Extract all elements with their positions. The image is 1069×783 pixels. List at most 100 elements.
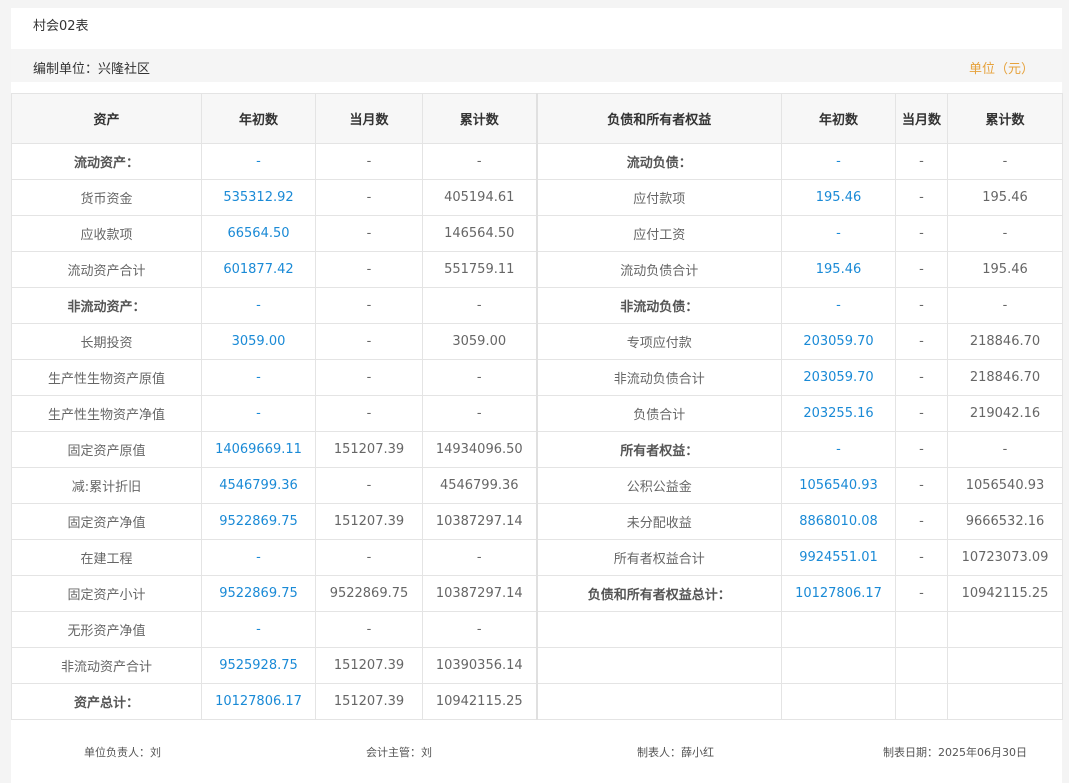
table-row: 长期投资 3059.00-3059.00 专项应付款 203059.70-218846…: [11, 323, 1063, 360]
liability-label: 非流动负债：: [536, 287, 782, 324]
asset-month-value: -: [315, 395, 423, 432]
liability-begin-value[interactable]: 203255.16: [781, 395, 896, 432]
header-assets: 资产: [11, 93, 202, 144]
asset-total-value: 3059.00: [422, 323, 538, 360]
header-assets-total: 累计数: [422, 93, 538, 144]
form-title: 村会02表: [33, 19, 89, 34]
liability-label: 专项应付款: [536, 323, 782, 360]
liability-month-value: -: [895, 143, 948, 180]
asset-label: 生产性生物资产净值: [11, 395, 202, 432]
liability-label: 应付工资: [536, 215, 782, 252]
liability-begin-value[interactable]: 10127806.17: [781, 575, 896, 612]
asset-total-value: 405194.61: [422, 179, 538, 216]
liability-total-value: 10723073.09: [947, 539, 1063, 576]
liability-total-value: [947, 647, 1063, 684]
liability-begin-value: -: [781, 287, 896, 324]
liability-label: 负债合计: [536, 395, 782, 432]
asset-total-value: -: [422, 287, 538, 324]
liability-total-value: -: [947, 143, 1063, 180]
asset-begin-value[interactable]: 14069669.11: [201, 431, 316, 468]
asset-month-value: -: [315, 611, 423, 648]
asset-total-value: 146564.50: [422, 215, 538, 252]
asset-begin-value: -: [201, 287, 316, 324]
asset-begin-value[interactable]: 3059.00: [201, 323, 316, 360]
liability-total-value: 218846.70: [947, 359, 1063, 396]
liability-total-value: 10942115.25: [947, 575, 1063, 612]
table-header-row: 资产 年初数 当月数 累计数 负债和所有者权益 年初数 当月数 累计数: [11, 93, 1063, 144]
table-row: 流动资产合计 601877.42-551759.11 流动负债合计 195.46-19…: [11, 251, 1063, 288]
table-row: 非流动资产合计 9525928.75 151207.39 10390356.14: [11, 647, 1063, 684]
liability-label: 流动负债合计: [536, 251, 782, 288]
asset-total-value: 10387297.14: [422, 503, 538, 540]
unit-head: 单位负责人：刘: [84, 746, 161, 759]
asset-label: 减:累计折旧: [11, 467, 202, 504]
liability-label: [536, 683, 782, 720]
table-row: 货币资金 535312.92-405194.61 应付款项 195.46-195.46: [11, 179, 1063, 216]
asset-begin-value[interactable]: 601877.42: [201, 251, 316, 288]
liability-total-value: -: [947, 287, 1063, 324]
liability-month-value: -: [895, 503, 948, 540]
liability-total-value: 195.46: [947, 251, 1063, 288]
asset-month-value: -: [315, 467, 423, 504]
asset-begin-value: -: [201, 539, 316, 576]
liability-label: 负债和所有者权益总计：: [536, 575, 782, 612]
liability-month-value: -: [895, 395, 948, 432]
liability-label: 应付款项: [536, 179, 782, 216]
asset-month-value: 151207.39: [315, 683, 423, 720]
asset-begin-value: -: [201, 359, 316, 396]
asset-total-value: -: [422, 539, 538, 576]
header-liabilities-month: 当月数: [895, 93, 948, 144]
asset-begin-value[interactable]: 9522869.75: [201, 503, 316, 540]
liability-month-value: -: [895, 215, 948, 252]
liability-begin-value: [781, 683, 896, 720]
table-row: 减:累计折旧 4546799.36-4546799.36 公积公益金 1056540.…: [11, 467, 1063, 504]
liability-begin-value: [781, 611, 896, 648]
asset-begin-value[interactable]: 10127806.17: [201, 683, 316, 720]
liability-month-value: [895, 647, 948, 684]
liability-begin-value[interactable]: 203059.70: [781, 359, 896, 396]
asset-begin-value[interactable]: 535312.92: [201, 179, 316, 216]
table-row: 非流动资产： - - - 非流动负债： - - -: [11, 287, 1063, 324]
liability-total-value: 9666532.16: [947, 503, 1063, 540]
liability-begin-value: [781, 647, 896, 684]
liability-begin-value[interactable]: 1056540.93: [781, 467, 896, 504]
asset-begin-value[interactable]: 9522869.75: [201, 575, 316, 612]
asset-begin-value[interactable]: 4546799.36: [201, 467, 316, 504]
liability-label: 所有者权益：: [536, 431, 782, 468]
asset-label: 固定资产原值: [11, 431, 202, 468]
asset-total-value: 10390356.14: [422, 647, 538, 684]
asset-month-value: -: [315, 215, 423, 252]
liability-begin-value: -: [781, 143, 896, 180]
asset-begin-value[interactable]: 9525928.75: [201, 647, 316, 684]
header-assets-begin: 年初数: [201, 93, 316, 144]
liability-total-value: 219042.16: [947, 395, 1063, 432]
asset-total-value: 4546799.36: [422, 467, 538, 504]
liability-begin-value[interactable]: 195.46: [781, 179, 896, 216]
liability-begin-value[interactable]: 9924551.01: [781, 539, 896, 576]
liability-begin-value[interactable]: 203059.70: [781, 323, 896, 360]
asset-begin-value: -: [201, 611, 316, 648]
preparer: 制表人：薛小红: [637, 746, 714, 759]
asset-label: 流动资产：: [11, 143, 202, 180]
asset-label: 资产总计：: [11, 683, 202, 720]
asset-begin-value[interactable]: 66564.50: [201, 215, 316, 252]
asset-begin-value: -: [201, 143, 316, 180]
balance-sheet-page: 村会02表 编制单位：兴隆社区 单位（元） 资产 年初数 当月数 累计数 负债和…: [11, 8, 1063, 783]
table-row: 应收款项 66564.50-146564.50 应付工资 - - -: [11, 215, 1063, 252]
header-liabilities-begin: 年初数: [781, 93, 896, 144]
asset-month-value: 151207.39: [315, 431, 423, 468]
table-row: 固定资产原值 14069669.11 151207.39 14934096.50 所有者…: [11, 431, 1063, 468]
asset-month-value: -: [315, 359, 423, 396]
asset-label: 在建工程: [11, 539, 202, 576]
liability-month-value: -: [895, 431, 948, 468]
liability-begin-value[interactable]: 8868010.08: [781, 503, 896, 540]
liability-begin-value[interactable]: 195.46: [781, 251, 896, 288]
liability-month-value: -: [895, 323, 948, 360]
asset-month-value: -: [315, 323, 423, 360]
liability-month-value: -: [895, 467, 948, 504]
table-row: 生产性生物资产原值 - - - 非流动负债合计 203059.70-218846.70: [11, 359, 1063, 396]
liability-total-value: 1056540.93: [947, 467, 1063, 504]
liability-total-value: 195.46: [947, 179, 1063, 216]
asset-month-value: -: [315, 539, 423, 576]
liability-month-value: [895, 683, 948, 720]
